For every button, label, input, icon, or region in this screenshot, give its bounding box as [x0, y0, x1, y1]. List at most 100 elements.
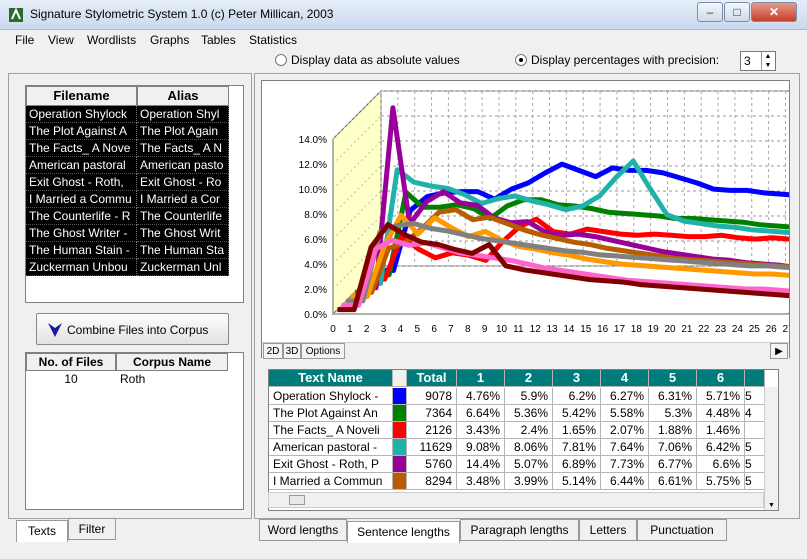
no-of-files-header[interactable]: No. of Files [26, 353, 116, 371]
y-tick-label: 10.0% [299, 185, 327, 196]
grid-header-cell[interactable]: 4 [601, 370, 649, 387]
spin-up-icon[interactable]: ▲ [761, 52, 774, 61]
filename-header[interactable]: Filename [26, 86, 137, 106]
list-item[interactable]: The Plot Against A The Plot Again [26, 123, 243, 140]
app-logo-icon [9, 7, 23, 22]
window-title: Signature Stylometric System 1.0 (c) Pet… [30, 7, 334, 21]
value-cell: 1.65% [553, 422, 601, 439]
menu-view[interactable]: View [48, 33, 74, 47]
series-color-swatch [393, 456, 407, 473]
value-cell: 5.42% [553, 405, 601, 422]
grid-header-cell[interactable] [393, 370, 407, 387]
scroll-thumb[interactable] [289, 495, 305, 505]
value-cell: 3.48% [457, 473, 505, 490]
tab-paragraph-lengths[interactable]: Paragraph lengths [460, 519, 579, 541]
list-item[interactable]: Operation Shylock Operation Shyl [26, 106, 243, 123]
menu-tables[interactable]: Tables [201, 33, 236, 47]
grid-vertical-scrollbar[interactable]: ▼ [764, 387, 778, 510]
scroll-down-icon[interactable]: ▼ [768, 502, 775, 509]
y-tick-label: 14.0% [299, 135, 327, 146]
grid-header-cell[interactable]: Text Name [269, 370, 393, 387]
table-row[interactable]: Exit Ghost - Roth, P 5760 14.4% 5.07% 6.89% 7… [269, 456, 765, 473]
value-cell: 5.75% [697, 473, 745, 490]
value-cell [745, 422, 765, 439]
value-cell: 14.4% [457, 456, 505, 473]
table-row[interactable]: The Plot Against An 7364 6.64% 5.36% 5.42% 5.… [269, 405, 765, 422]
tab-word-lengths[interactable]: Word lengths [259, 519, 347, 541]
value-cell: 5 [745, 388, 765, 405]
y-tick-label: 12.0% [299, 160, 327, 171]
combine-files-button[interactable]: Combine Files into Corpus [36, 313, 229, 345]
table-row[interactable]: American pastoral -11629 9.08% 8.06% 7.81% 7… [269, 439, 765, 456]
tab-letters[interactable]: Letters [579, 519, 637, 541]
list-item[interactable]: The Counterlife - R The Counterlife [26, 208, 243, 225]
list-item[interactable]: American pastoral American pasto [26, 157, 243, 174]
value-cell: 7.81% [553, 439, 601, 456]
value-cell: 6.2% [553, 388, 601, 405]
alias-cell: American pasto [137, 157, 229, 174]
tab-filter[interactable]: Filter [68, 518, 116, 540]
grid-header-cell[interactable]: Total [407, 370, 457, 387]
text-name-cell: Exit Ghost - Roth, P [269, 456, 393, 473]
minimize-button[interactable]: – [697, 2, 723, 22]
alias-cell: The Facts_ A N [137, 140, 229, 157]
list-item[interactable]: Exit Ghost - Roth, Exit Ghost - Ro [26, 174, 243, 191]
maximize-button[interactable]: □ [724, 2, 750, 22]
chart-tab-2d[interactable]: 2D [263, 343, 283, 359]
grid-header-cell[interactable]: 6 [697, 370, 745, 387]
list-item[interactable]: The Human Stain - The Human Sta [26, 242, 243, 259]
file-list[interactable]: Filename Alias Operation Shylock Operatio… [25, 85, 244, 303]
grid-header-cell[interactable]: 3 [553, 370, 601, 387]
close-button[interactable]: ✕ [751, 2, 797, 22]
line-chart-3d[interactable]: 0.0% 2.0% 4.0% 6.0% 8.0% 10.0% 12.0% 14.0% 0 1 2 3 4… [261, 80, 790, 358]
corpus-name-header[interactable]: Corpus Name [116, 353, 228, 371]
chart-tab-3d[interactable]: 3D [283, 343, 301, 359]
alias-cell: Operation Shyl [137, 106, 229, 123]
grid-header-cell[interactable]: 2 [505, 370, 553, 387]
filename-cell: The Human Stain - [26, 242, 137, 259]
data-grid[interactable]: Text Name Total 1 2 3 4 5 6 Operation Shylock -9… [268, 369, 779, 511]
menu-bar: File View Wordlists Graphs Tables Statis… [0, 30, 807, 50]
chart-scroll-right-icon[interactable]: ▶ [770, 343, 788, 359]
corpus-table[interactable]: No. of Files Corpus Name 10 Roth [25, 352, 244, 510]
percentages-radio[interactable] [515, 54, 527, 66]
table-row[interactable]: 10 Roth [26, 371, 243, 389]
x-tick-label: 6 [431, 324, 437, 335]
alias-cell: I Married a Cor [137, 191, 229, 208]
table-row[interactable]: I Married a Commun 8294 3.48% 3.99% 5.14% 6.4… [269, 473, 765, 490]
spin-down-icon[interactable]: ▼ [761, 61, 774, 70]
grid-header-cell[interactable]: 5 [649, 370, 697, 387]
value-cell: 6.64% [457, 405, 505, 422]
table-row[interactable]: Operation Shylock - 9078 4.76% 5.9% 6.2% 6.27… [269, 388, 765, 405]
value-cell: 7.73% [601, 456, 649, 473]
absolute-values-radio[interactable] [275, 54, 287, 66]
alias-header[interactable]: Alias [137, 86, 229, 106]
x-tick-label: 24 [732, 324, 744, 335]
menu-graphs[interactable]: Graphs [150, 33, 189, 47]
total-cell: 9078 [407, 388, 457, 405]
list-item[interactable]: Zuckerman Unbou Zuckerman Unl [26, 259, 243, 276]
menu-wordlists[interactable]: Wordlists [87, 33, 136, 47]
x-tick-label: 15 [580, 324, 592, 335]
total-cell: 7364 [407, 405, 457, 422]
tab-texts[interactable]: Texts [16, 520, 68, 542]
value-cell: 6.27% [601, 388, 649, 405]
tab-sentence-lengths[interactable]: Sentence lengths [347, 521, 460, 543]
table-row[interactable]: The Facts_ A Noveli 2126 3.43% 2.4% 1.65% 2.0… [269, 422, 765, 439]
list-item[interactable]: The Facts_ A Nove The Facts_ A N [26, 140, 243, 157]
list-item[interactable]: The Ghost Writer - The Ghost Writ [26, 225, 243, 242]
value-cell: 4.76% [457, 388, 505, 405]
precision-stepper[interactable]: 3 ▲ ▼ [740, 51, 776, 71]
x-tick-label: 5 [414, 324, 420, 335]
grid-horizontal-scrollbar[interactable] [268, 492, 764, 508]
grid-header-cell[interactable]: 1 [457, 370, 505, 387]
text-name-cell: I Married a Commun [269, 473, 393, 490]
tab-punctuation[interactable]: Punctuation [637, 519, 727, 541]
list-item[interactable]: I Married a Commu I Married a Cor [26, 191, 243, 208]
value-cell: 3.43% [457, 422, 505, 439]
menu-file[interactable]: File [15, 33, 34, 47]
chart-tab-options[interactable]: Options [301, 343, 345, 359]
series-color-swatch [393, 405, 407, 422]
menu-statistics[interactable]: Statistics [249, 33, 297, 47]
y-tick-label: 4.0% [304, 260, 327, 271]
